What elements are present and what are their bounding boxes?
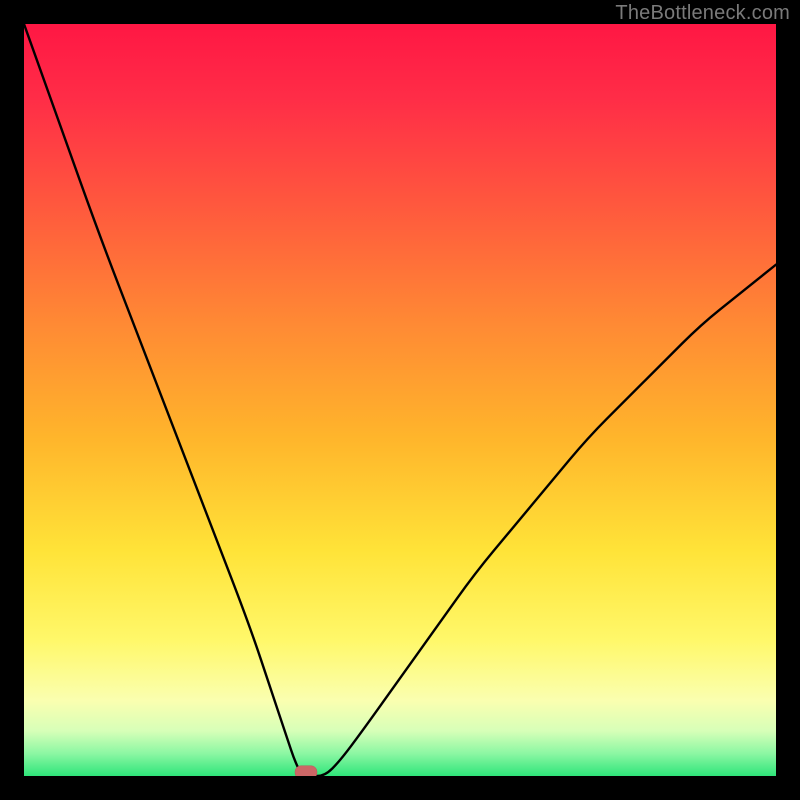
plot-area: [24, 24, 776, 776]
watermark-text: TheBottleneck.com: [615, 2, 790, 25]
gradient-background: [24, 24, 776, 776]
chart-frame: TheBottleneck.com: [0, 0, 800, 800]
chart-svg: [24, 24, 776, 776]
optimum-marker: [295, 766, 317, 776]
